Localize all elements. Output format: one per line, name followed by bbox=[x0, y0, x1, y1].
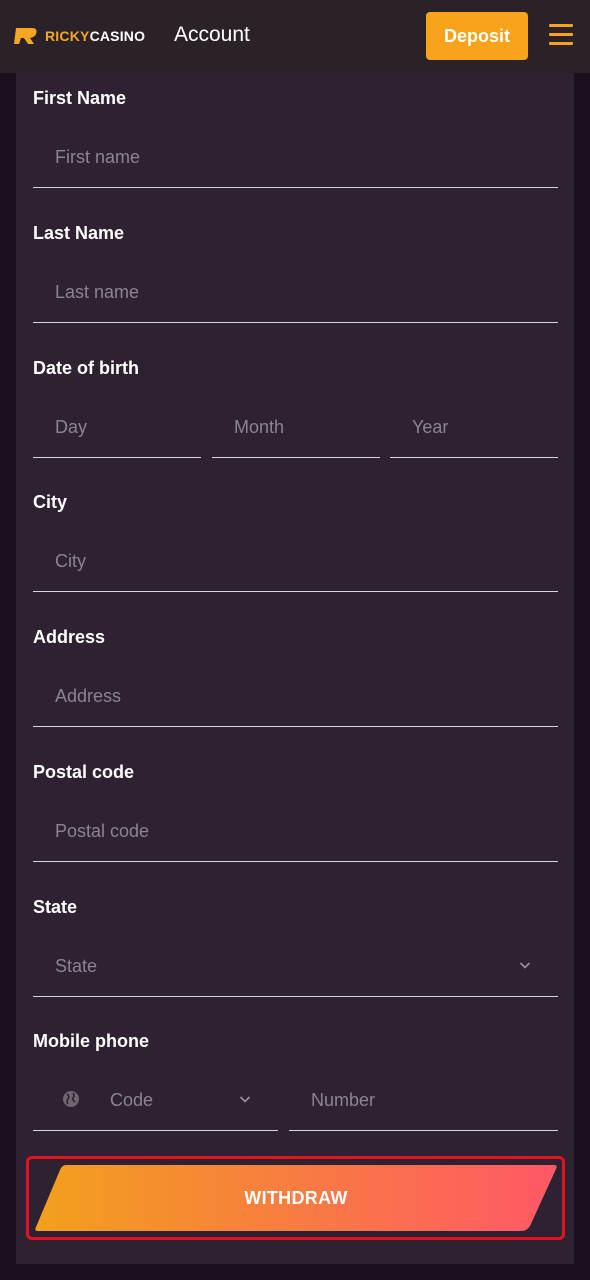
top-header: RICKYCASINO Account Deposit bbox=[0, 0, 590, 73]
dob-year-placeholder: Year bbox=[412, 417, 449, 437]
chevron-down-icon bbox=[519, 962, 531, 969]
first-name-placeholder: First name bbox=[55, 147, 141, 167]
mobile-phone-label: Mobile phone bbox=[33, 1031, 149, 1051]
dob-year-select[interactable]: Year bbox=[390, 406, 558, 458]
city-placeholder: City bbox=[55, 551, 86, 571]
globe-icon bbox=[63, 1091, 79, 1107]
dob-month-placeholder: Month bbox=[234, 417, 285, 437]
deposit-button[interactable]: Deposit bbox=[426, 12, 528, 60]
phone-number-placeholder: Number bbox=[311, 1090, 376, 1110]
dob-month-select[interactable]: Month bbox=[212, 406, 380, 458]
last-name-label: Last Name bbox=[33, 223, 125, 243]
address-input[interactable]: Address bbox=[33, 675, 558, 727]
address-placeholder: Address bbox=[55, 686, 122, 706]
postal-code-input[interactable]: Postal code bbox=[33, 810, 558, 862]
last-name-placeholder: Last name bbox=[55, 282, 140, 302]
state-placeholder: State bbox=[55, 956, 98, 976]
phone-code-placeholder: Code bbox=[110, 1090, 154, 1110]
first-name-label: First Name bbox=[33, 88, 127, 108]
ricky-casino-logo[interactable]: RICKYCASINO bbox=[14, 24, 145, 48]
first-name-input[interactable]: First name bbox=[33, 136, 558, 188]
phone-number-input[interactable]: Number bbox=[289, 1079, 558, 1131]
withdraw-button[interactable]: WITHDRAW bbox=[34, 1164, 558, 1232]
phone-code-select[interactable]: Code bbox=[33, 1079, 278, 1131]
city-input[interactable]: City bbox=[33, 540, 558, 592]
withdraw-label: WITHDRAW bbox=[244, 1187, 348, 1208]
state-select[interactable]: State bbox=[33, 945, 558, 997]
dob-day-placeholder: Day bbox=[55, 417, 88, 437]
last-name-input[interactable]: Last name bbox=[33, 271, 558, 323]
chevron-down-icon bbox=[239, 1096, 251, 1103]
dob-day-select[interactable]: Day bbox=[33, 406, 201, 458]
ricky-logo-icon bbox=[14, 28, 37, 44]
date-of-birth-label: Date of birth bbox=[33, 358, 139, 378]
state-label: State bbox=[33, 897, 78, 917]
city-label: City bbox=[33, 492, 68, 512]
postal-code-placeholder: Postal code bbox=[55, 821, 150, 841]
postal-code-label: Postal code bbox=[33, 762, 135, 782]
page-title: Account bbox=[174, 23, 250, 46]
logo-text: RICKYCASINO bbox=[45, 28, 146, 44]
hamburger-menu-icon[interactable] bbox=[549, 24, 573, 46]
address-label: Address bbox=[33, 627, 106, 647]
